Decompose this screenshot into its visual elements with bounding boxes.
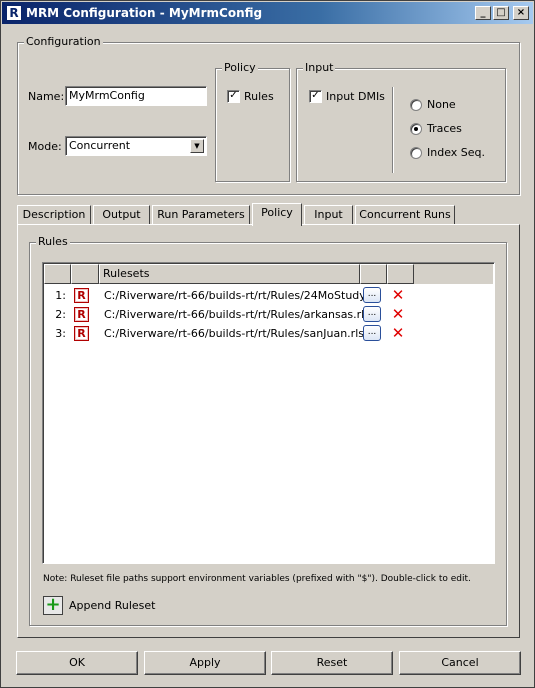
ruleset-icon: R	[74, 307, 89, 322]
ruleset-note: Note: Ruleset file paths support environ…	[43, 574, 471, 584]
configuration-group-label: Configuration	[24, 35, 103, 49]
name-label: Name:	[28, 90, 65, 103]
tab-policy[interactable]: Policy	[252, 203, 302, 226]
title-bar[interactable]: R MRM Configuration - MyMrmConfig _ □ ×	[2, 2, 533, 24]
ruleset-icon: R	[74, 326, 89, 341]
window-title: MRM Configuration - MyMrmConfig	[26, 6, 263, 20]
app-icon: R	[6, 5, 22, 21]
maximize-button[interactable]: □	[493, 6, 509, 20]
minimize-button[interactable]: _	[475, 6, 491, 20]
column-header-rulesets[interactable]: Rulesets	[99, 264, 360, 284]
cancel-button[interactable]: Cancel	[399, 651, 521, 675]
input-group: Input	[296, 61, 506, 182]
ok-button[interactable]: OK	[16, 651, 138, 675]
tab-description[interactable]: Description	[17, 205, 91, 225]
ruleset-path[interactable]: C:/Riverware/rt-66/builds-rt/rt/Rules/24…	[104, 286, 381, 305]
table-header: Rulesets	[44, 264, 493, 284]
delete-icon[interactable]: ✕	[391, 286, 405, 304]
tab-output[interactable]: Output	[93, 205, 150, 225]
mode-select[interactable]: Concurrent ▼	[65, 136, 207, 156]
column-header-icon[interactable]	[71, 264, 99, 284]
tab-concurrent-runs[interactable]: Concurrent Runs	[355, 205, 455, 225]
browse-button[interactable]: ...	[363, 325, 381, 341]
mrm-configuration-window: R MRM Configuration - MyMrmConfig _ □ × …	[0, 0, 535, 688]
add-icon[interactable]: +	[43, 596, 63, 615]
ruleset-path[interactable]: C:/Riverware/rt-66/builds-rt/rt/Rules/sa…	[104, 324, 364, 343]
browse-button[interactable]: ...	[363, 287, 381, 303]
append-ruleset-button[interactable]: Append Ruleset	[69, 599, 155, 613]
column-header-number[interactable]	[44, 264, 71, 284]
policy-group: Policy	[215, 61, 290, 182]
table-row[interactable]: 2: R C:/Riverware/rt-66/builds-rt/rt/Rul…	[44, 305, 493, 324]
table-row[interactable]: 1: R C:/Riverware/rt-66/builds-rt/rt/Rul…	[44, 286, 493, 305]
table-row[interactable]: 3: R C:/Riverware/rt-66/builds-rt/rt/Rul…	[44, 324, 493, 343]
row-number: 1:	[55, 289, 66, 302]
rules-group-label: Rules	[36, 235, 70, 249]
radio-index-seq-label: Index Seq.	[427, 146, 486, 159]
input-separator	[392, 87, 393, 173]
name-input[interactable]: MyMrmConfig	[65, 86, 207, 106]
input-dmis-label: Input DMIs	[326, 90, 385, 103]
delete-icon[interactable]: ✕	[391, 305, 405, 323]
column-header-browse[interactable]	[360, 264, 387, 284]
radio-traces-label: Traces	[427, 122, 462, 135]
radio-none-label: None	[427, 98, 456, 111]
ruleset-path[interactable]: C:/Riverware/rt-66/builds-rt/rt/Rules/ar…	[104, 305, 370, 324]
row-number: 3:	[55, 327, 66, 340]
column-header-delete[interactable]	[387, 264, 414, 284]
radio-traces[interactable]	[410, 123, 422, 135]
close-button[interactable]: ×	[513, 6, 529, 20]
input-dmis-checkbox[interactable]: ✓	[309, 90, 322, 103]
radio-none[interactable]	[410, 99, 422, 111]
chevron-down-icon[interactable]: ▼	[190, 139, 204, 153]
delete-icon[interactable]: ✕	[391, 324, 405, 342]
apply-button[interactable]: Apply	[144, 651, 266, 675]
radio-index-seq[interactable]	[410, 147, 422, 159]
input-group-label: Input	[303, 61, 336, 75]
browse-button[interactable]: ...	[363, 306, 381, 322]
reset-button[interactable]: Reset	[271, 651, 393, 675]
tab-run-parameters[interactable]: Run Parameters	[152, 205, 250, 225]
mode-select-value: Concurrent	[69, 139, 131, 152]
tab-input[interactable]: Input	[304, 205, 353, 225]
row-number: 2:	[55, 308, 66, 321]
rulesets-table[interactable]: Rulesets 1: R C:/Riverware/rt-66/builds-…	[42, 262, 495, 564]
ruleset-icon: R	[74, 288, 89, 303]
mode-label: Mode:	[28, 140, 62, 153]
policy-group-label: Policy	[222, 61, 258, 75]
rules-checkbox[interactable]: ✓	[227, 90, 240, 103]
rules-checkbox-label: Rules	[244, 90, 274, 103]
